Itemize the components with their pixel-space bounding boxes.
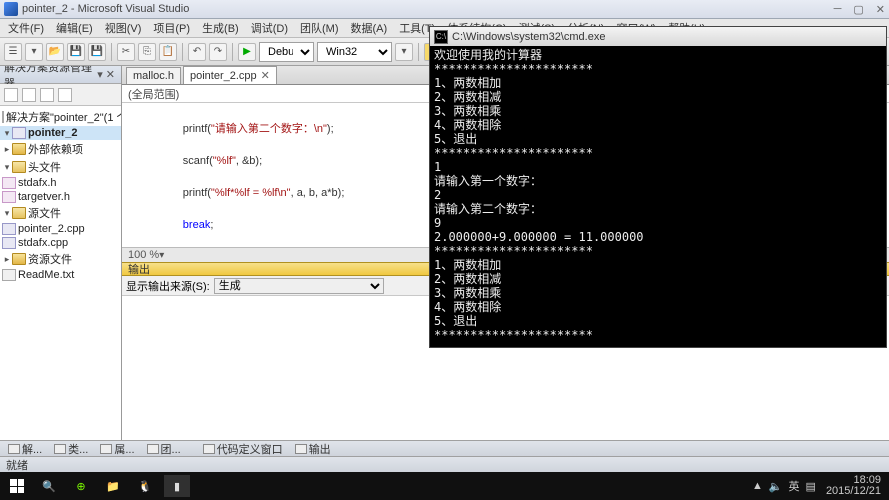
- find-button[interactable]: ▾: [395, 43, 413, 61]
- output-source-label: 显示输出来源(S):: [126, 278, 210, 294]
- file-node[interactable]: pointer_2.cpp: [0, 222, 121, 236]
- menu-data[interactable]: 数据(A): [347, 20, 392, 36]
- start-debug-button[interactable]: ▶: [238, 43, 256, 61]
- cmd-icon: C:\: [434, 30, 448, 44]
- bottom-tab[interactable]: 属...: [96, 441, 138, 457]
- folder-resources[interactable]: ▸资源文件: [0, 250, 121, 268]
- platform-select[interactable]: Win32: [317, 42, 392, 62]
- panel-pin-icon[interactable]: ▾: [97, 68, 103, 81]
- tab-icon: [147, 444, 159, 454]
- cpp-file-icon: [2, 237, 16, 249]
- output-source-select[interactable]: 生成: [214, 278, 384, 294]
- save-all-button[interactable]: 💾: [88, 43, 106, 61]
- search-button[interactable]: 🔍: [36, 475, 62, 497]
- cut-button[interactable]: ✂: [117, 43, 135, 61]
- file-node[interactable]: stdafx.cpp: [0, 236, 121, 250]
- tab-icon: [54, 444, 66, 454]
- paste-button[interactable]: 📋: [159, 43, 177, 61]
- close-button[interactable]: ✕: [876, 3, 885, 16]
- tool-icon[interactable]: [58, 88, 72, 102]
- solution-node[interactable]: 解决方案"pointer_2"(1 个项目): [0, 108, 121, 126]
- tray-ime-icon[interactable]: 英: [789, 478, 800, 494]
- task-app[interactable]: ⊕: [68, 475, 94, 497]
- menu-team[interactable]: 团队(M): [296, 20, 343, 36]
- save-button[interactable]: 💾: [67, 43, 85, 61]
- status-bar: 就绪: [0, 456, 889, 472]
- output-btn[interactable]: [388, 278, 404, 294]
- tray-volume-icon[interactable]: 🔈: [769, 480, 783, 493]
- bottom-tab[interactable]: 解...: [4, 441, 46, 457]
- undo-button[interactable]: ↶: [188, 43, 206, 61]
- solution-tree: 解决方案"pointer_2"(1 个项目) ▾pointer_2 ▸外部依赖项…: [0, 106, 121, 440]
- file-node[interactable]: targetver.h: [0, 190, 121, 204]
- start-button[interactable]: [4, 475, 30, 497]
- tab-icon: [8, 444, 20, 454]
- task-explorer[interactable]: 📁: [100, 475, 126, 497]
- tool-icon[interactable]: [22, 88, 36, 102]
- bottom-tab-output[interactable]: 输出: [291, 441, 335, 457]
- tab-malloc[interactable]: malloc.h: [126, 67, 181, 84]
- tray-expand-icon[interactable]: ▲: [752, 480, 763, 492]
- output-btn[interactable]: [408, 278, 424, 294]
- bottom-tabs: 解... 类... 属... 团... 代码定义窗口 输出: [0, 440, 889, 456]
- redo-button[interactable]: ↷: [209, 43, 227, 61]
- bottom-tab[interactable]: 类...: [50, 441, 92, 457]
- config-select[interactable]: Debug: [259, 42, 314, 62]
- tab-icon: [100, 444, 112, 454]
- add-button[interactable]: ▾: [25, 43, 43, 61]
- folder-open-icon: [12, 207, 26, 219]
- menu-edit[interactable]: 编辑(E): [52, 20, 97, 36]
- window-title: pointer_2 - Microsoft Visual Studio: [22, 3, 189, 15]
- menu-file[interactable]: 文件(F): [4, 20, 48, 36]
- console-body[interactable]: 欢迎使用我的计算器 ********************** 1、两数相加 …: [430, 46, 886, 347]
- tray-notify-icon[interactable]: ▤: [806, 480, 816, 493]
- menu-build[interactable]: 生成(B): [198, 20, 243, 36]
- tool-icon[interactable]: [40, 88, 54, 102]
- solution-icon: [2, 111, 4, 123]
- panel-close-icon[interactable]: ✕: [106, 68, 115, 81]
- minimize-button[interactable]: ─: [834, 3, 842, 16]
- bottom-tab[interactable]: 团...: [143, 441, 185, 457]
- solution-explorer: 解决方案资源管理器 ▾✕ 解决方案"pointer_2"(1 个项目) ▾poi…: [0, 66, 122, 440]
- tool-icon[interactable]: [4, 88, 18, 102]
- project-node[interactable]: ▾pointer_2: [0, 126, 121, 140]
- h-file-icon: [2, 177, 16, 189]
- open-button[interactable]: 📂: [46, 43, 64, 61]
- folder-external[interactable]: ▸外部依赖项: [0, 140, 121, 158]
- txt-file-icon: [2, 269, 16, 281]
- tab-pointer2[interactable]: pointer_2.cpp✕: [183, 66, 277, 84]
- folder-source[interactable]: ▾源文件: [0, 204, 121, 222]
- new-button[interactable]: ☰: [4, 43, 22, 61]
- folder-headers[interactable]: ▾头文件: [0, 158, 121, 176]
- title-bar: pointer_2 - Microsoft Visual Studio ─ ▢ …: [0, 0, 889, 19]
- menu-project[interactable]: 项目(P): [149, 20, 194, 36]
- maximize-button[interactable]: ▢: [853, 3, 863, 16]
- menu-view[interactable]: 视图(V): [101, 20, 146, 36]
- tab-close-icon[interactable]: ✕: [261, 69, 270, 82]
- taskbar: 🔍 ⊕ 📁 🐧 ▮ ▲ 🔈 英 ▤ 18:092015/12/21: [0, 472, 889, 500]
- folder-closed-icon: [12, 143, 26, 155]
- console-title-bar[interactable]: C:\ C:\Windows\system32\cmd.exe: [430, 27, 886, 46]
- file-readme[interactable]: ReadMe.txt: [0, 268, 121, 282]
- menu-debug[interactable]: 调试(D): [247, 20, 292, 36]
- console-window: C:\ C:\Windows\system32\cmd.exe 欢迎使用我的计算…: [429, 26, 887, 348]
- status-text: 就绪: [6, 457, 28, 473]
- h-file-icon: [2, 191, 16, 203]
- folder-open-icon: [12, 161, 26, 173]
- file-node[interactable]: stdafx.h: [0, 176, 121, 190]
- copy-button[interactable]: ⎘: [138, 43, 156, 61]
- folder-closed-icon: [12, 253, 26, 265]
- cpp-file-icon: [2, 223, 16, 235]
- task-qq[interactable]: 🐧: [132, 475, 158, 497]
- bottom-tab-codedef[interactable]: 代码定义窗口: [199, 441, 287, 457]
- task-cmd[interactable]: ▮: [164, 475, 190, 497]
- project-icon: [12, 127, 26, 139]
- vs-logo-icon: [4, 2, 18, 16]
- tab-icon: [203, 444, 215, 454]
- taskbar-clock[interactable]: 18:092015/12/21: [822, 475, 885, 497]
- tab-icon: [295, 444, 307, 454]
